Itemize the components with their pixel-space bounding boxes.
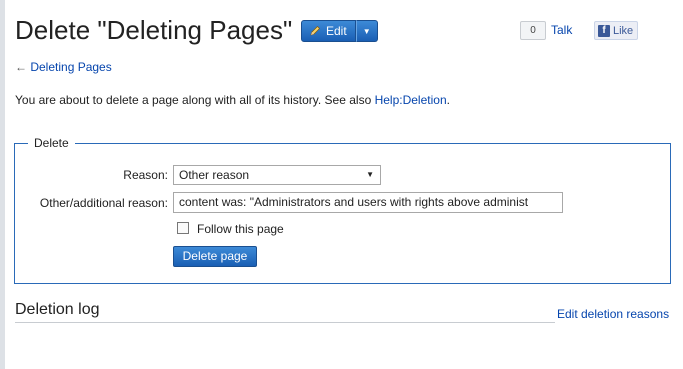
like-label: Like — [613, 24, 634, 37]
other-reason-input[interactable]: content was: "Administrators and users w… — [173, 192, 563, 213]
edit-dropdown-button[interactable]: ▼ — [355, 20, 378, 42]
chevron-down-icon: ▼ — [366, 170, 374, 179]
reason-select-value: Other reason — [179, 168, 250, 182]
follow-checkbox[interactable] — [177, 222, 189, 234]
follow-label[interactable]: Follow this page — [197, 222, 284, 236]
delete-page-button[interactable]: Delete page — [173, 246, 257, 267]
fieldset-legend: Delete — [28, 136, 75, 150]
intro-text-body: You are about to delete a page along wit… — [15, 93, 375, 107]
other-reason-label: Other/additional reason: — [39, 196, 168, 210]
edit-deletion-reasons-link[interactable]: Edit deletion reasons — [557, 307, 669, 321]
facebook-icon: f — [598, 24, 610, 37]
back-arrow-icon: ← — [15, 60, 27, 74]
chevron-down-icon: ▼ — [362, 26, 371, 36]
intro-text-end: . — [446, 93, 450, 107]
heading-divider — [15, 322, 555, 323]
back-link[interactable]: Deleting Pages — [30, 60, 111, 74]
talk-count-badge: 0 — [520, 21, 546, 40]
reason-select[interactable]: Other reason ▼ — [173, 165, 381, 185]
deletion-log-heading: Deletion log — [15, 301, 100, 318]
pencil-icon — [310, 26, 320, 36]
edit-button-label: Edit — [326, 24, 347, 38]
reason-label: Reason: — [123, 168, 168, 182]
facebook-like-button[interactable]: f Like — [594, 21, 638, 40]
talk-link[interactable]: Talk — [551, 23, 572, 37]
breadcrumb: ← Deleting Pages — [15, 60, 112, 74]
edit-button-group: Edit ▼ — [301, 20, 378, 42]
page-title: Delete "Deleting Pages" — [15, 15, 293, 45]
help-deletion-link[interactable]: Help:Deletion — [375, 93, 447, 107]
intro-text: You are about to delete a page along wit… — [15, 93, 450, 107]
left-sidebar-strip — [0, 0, 5, 369]
edit-button[interactable]: Edit — [301, 20, 356, 42]
